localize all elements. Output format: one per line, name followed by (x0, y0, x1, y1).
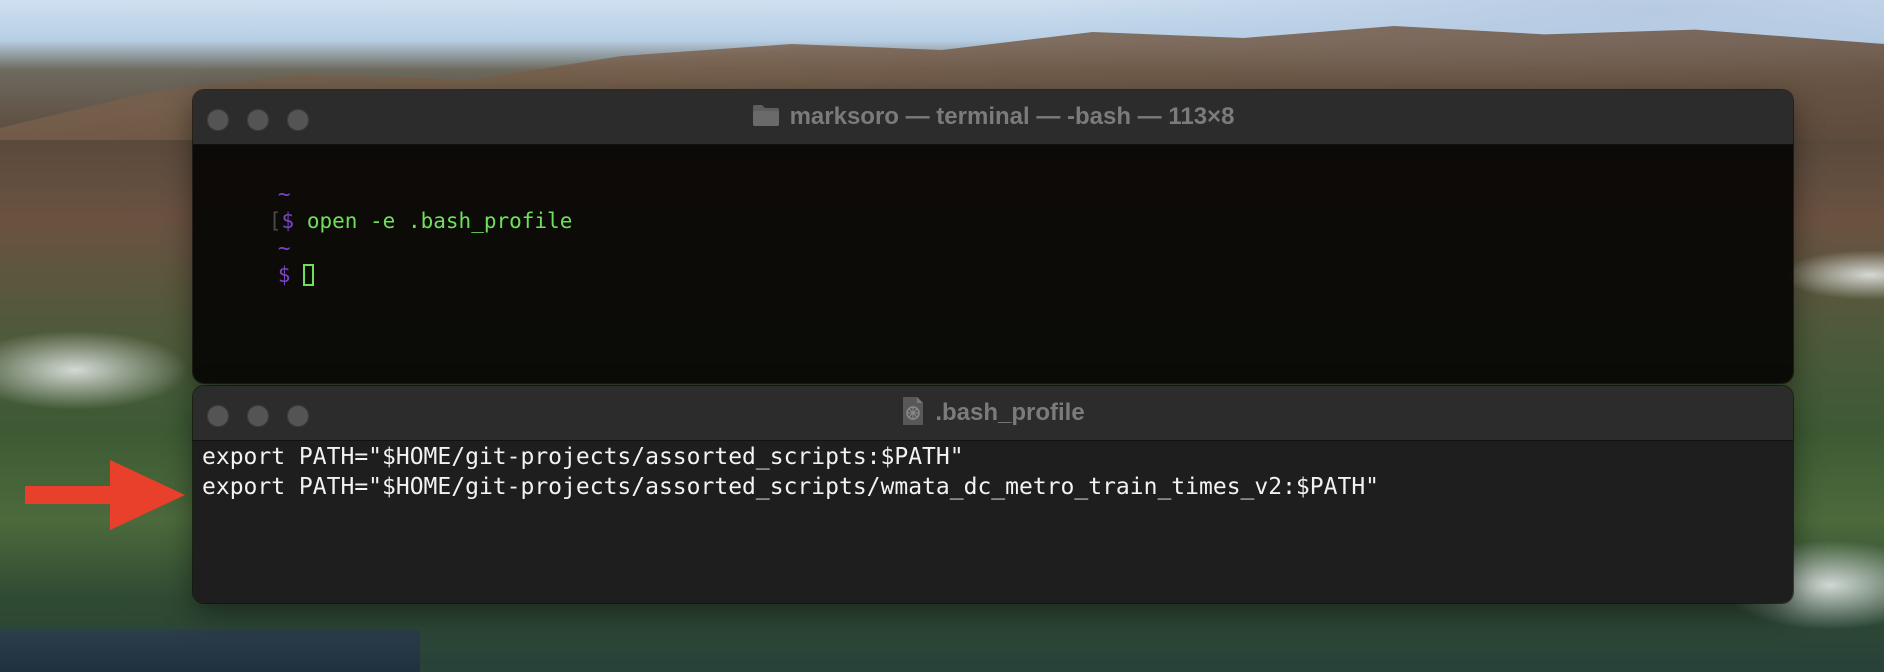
text-cursor (303, 264, 315, 286)
document-icon (901, 396, 925, 431)
terminal-content[interactable]: ~ [$ open -e .bash_profile ] ~ $ (193, 145, 1793, 383)
active-prompt-line: $ (202, 236, 315, 287)
cloud (0, 330, 190, 410)
terminal-titlebar[interactable]: marksoro — terminal — -bash — 113×8 (193, 90, 1793, 145)
cloud (1780, 250, 1884, 300)
command-line: [$ open -e .bash_profile (193, 182, 572, 233)
sea (0, 630, 420, 672)
textedit-titlebar[interactable]: .bash_profile (193, 386, 1793, 441)
folder-icon (752, 103, 780, 132)
terminal-window-title: marksoro — terminal — -bash — 113×8 (789, 103, 1235, 130)
annotation-arrow-icon (25, 460, 185, 530)
code-line: export PATH="$HOME/git-projects/assorted… (202, 474, 1380, 500)
textedit-window-title: .bash_profile (935, 399, 1085, 426)
textedit-window[interactable]: .bash_profile export PATH="$HOME/git-pro… (193, 386, 1793, 603)
terminal-window[interactable]: marksoro — terminal — -bash — 113×8 ~ [$… (193, 90, 1793, 383)
command-text: open -e .bash_profile (306, 209, 573, 233)
code-line: export PATH="$HOME/git-projects/assorted… (202, 444, 964, 470)
prompt-symbol: $ (277, 263, 291, 287)
text-editor-area[interactable]: export PATH="$HOME/git-projects/assorted… (193, 441, 1793, 603)
